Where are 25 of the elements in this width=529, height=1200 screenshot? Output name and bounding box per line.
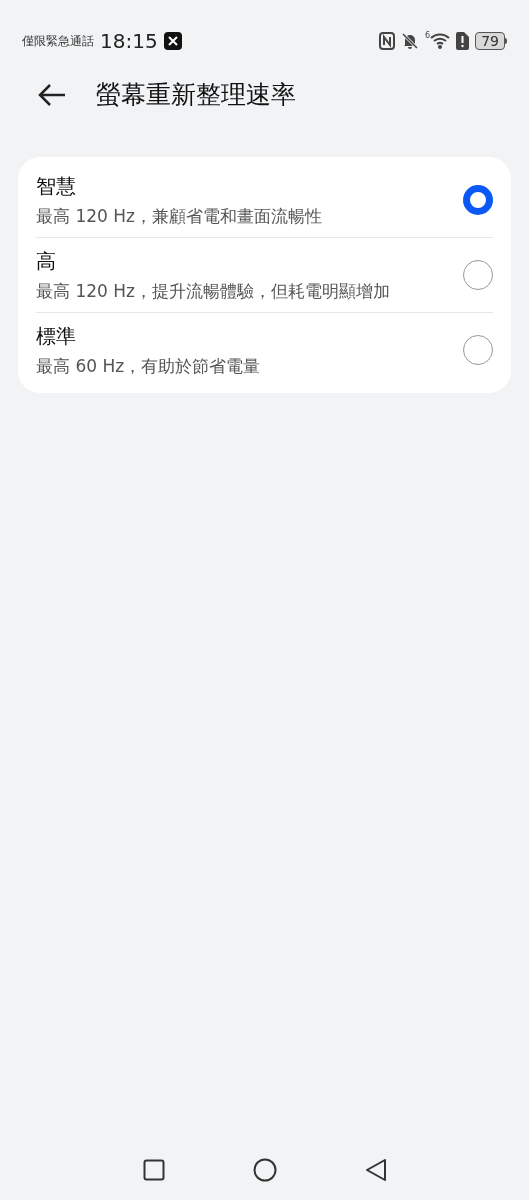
carrier-label: 僅限緊急通話 xyxy=(22,33,94,50)
option-description: 最高 120 Hz，提升流暢體驗，但耗電明顯增加 xyxy=(36,280,391,303)
wifi-generation-label: 6 xyxy=(425,32,431,40)
option-title: 標準 xyxy=(36,323,77,350)
recents-button[interactable] xyxy=(142,1159,165,1181)
app-notification-icon xyxy=(163,32,182,50)
radio-button[interactable] xyxy=(463,335,493,365)
bell-muted-icon xyxy=(401,32,420,50)
battery-indicator: 79 xyxy=(475,32,505,50)
refresh-rate-option[interactable]: 標準 最高 60 Hz，有助於節省電量 xyxy=(36,312,493,387)
wifi-icon xyxy=(430,32,451,50)
sim-alert-icon xyxy=(456,32,470,50)
clock: 18:15 xyxy=(100,28,158,55)
refresh-rate-option[interactable]: 高 最高 120 Hz，提升流暢體驗，但耗電明顯增加 xyxy=(36,237,493,312)
back-nav-button[interactable] xyxy=(364,1158,387,1182)
radio-button[interactable] xyxy=(463,260,493,290)
radio-button[interactable] xyxy=(463,185,493,215)
nfc-icon xyxy=(379,32,396,50)
refresh-rate-option[interactable]: 智慧 最高 120 Hz，兼顧省電和畫面流暢性 xyxy=(36,163,493,237)
option-title: 智慧 xyxy=(36,173,77,200)
page-title: 螢幕重新整理速率 xyxy=(96,79,296,112)
home-button[interactable] xyxy=(252,1158,277,1182)
option-title: 高 xyxy=(36,248,57,275)
option-description: 最高 60 Hz，有助於節省電量 xyxy=(36,355,262,378)
option-description: 最高 120 Hz，兼顧省電和畫面流暢性 xyxy=(36,205,323,228)
